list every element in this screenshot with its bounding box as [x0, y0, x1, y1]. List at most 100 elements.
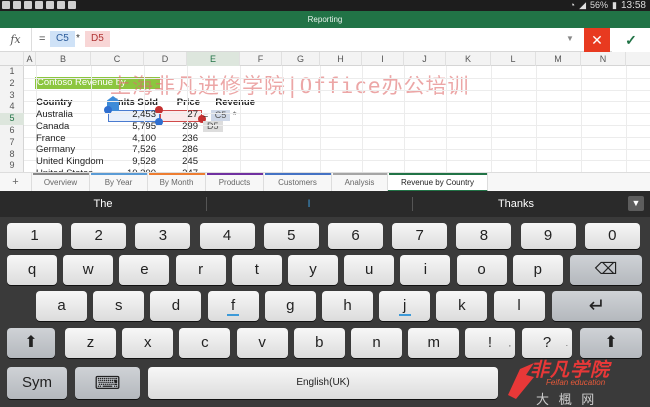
suggestion-middle[interactable]: I	[206, 191, 412, 217]
key-p[interactable]: p	[512, 255, 563, 285]
backspace-key[interactable]: ⌫	[570, 255, 642, 285]
key-z[interactable]: z	[65, 328, 116, 358]
cell-country[interactable]: Canada	[36, 121, 69, 133]
key-8[interactable]: 8	[456, 223, 512, 249]
key-i[interactable]: i	[400, 255, 451, 285]
row-header-5[interactable]: 5	[0, 113, 24, 125]
header-price[interactable]: Price	[160, 97, 200, 109]
cell-price[interactable]: 27	[160, 109, 198, 121]
formula-ref-d5[interactable]: D5	[85, 31, 110, 47]
column-header-j[interactable]: J	[404, 52, 446, 66]
column-header-n[interactable]: N	[581, 52, 626, 66]
sheet-tab[interactable]: Customers	[264, 173, 332, 192]
row-header-3[interactable]: 3	[0, 90, 24, 102]
spreadsheet-grid[interactable]: ABCDEFGHIJKLMN 12345678910 Contoso Reven…	[0, 52, 650, 172]
key-v[interactable]: v	[236, 328, 288, 358]
key-l[interactable]: l	[493, 291, 545, 321]
enter-key[interactable]: ↵	[552, 291, 642, 321]
cell-price[interactable]: 236	[160, 133, 198, 145]
key-t[interactable]: t	[231, 255, 282, 285]
key-0[interactable]: 0	[584, 223, 640, 249]
key-a[interactable]: a	[36, 291, 87, 321]
column-header-i[interactable]: I	[362, 52, 404, 66]
sheet-tab[interactable]: By Year	[90, 173, 148, 192]
cell-country[interactable]: Germany	[36, 144, 75, 156]
column-header-b[interactable]: B	[36, 52, 91, 66]
key-x[interactable]: x	[122, 328, 174, 358]
header-revenue[interactable]: Revenue	[203, 97, 255, 109]
cell-units[interactable]: 5,795	[108, 121, 156, 133]
sheet-tab[interactable]: Overview	[32, 173, 90, 192]
select-all-corner[interactable]	[0, 52, 24, 66]
key-9[interactable]: 9	[520, 223, 576, 249]
fx-button[interactable]: fx	[0, 28, 32, 52]
sheet-tab[interactable]: Products	[206, 173, 264, 192]
key-h[interactable]: h	[322, 291, 373, 321]
cell-price[interactable]: 286	[160, 144, 198, 156]
key-6[interactable]: 6	[328, 223, 383, 249]
chevron-down-icon[interactable]: ▼	[628, 196, 644, 211]
key-o[interactable]: o	[456, 255, 507, 285]
row-header-9[interactable]: 9	[0, 160, 24, 172]
cell-units[interactable]: 4,100	[108, 133, 156, 145]
sheet-tab[interactable]: Revenue by Country	[388, 173, 488, 192]
key-s[interactable]: s	[93, 291, 145, 321]
key-w[interactable]: w	[63, 255, 114, 285]
row-header-2[interactable]: 2	[0, 78, 24, 90]
key-b[interactable]: b	[293, 328, 345, 358]
cell-units[interactable]: 7,526	[108, 144, 156, 156]
add-sheet-button[interactable]: +	[0, 173, 32, 192]
key-question[interactable]: ?.	[522, 328, 572, 358]
key-3[interactable]: 3	[135, 223, 191, 249]
key-q[interactable]: q	[7, 255, 57, 285]
suggestion-left[interactable]: The	[0, 191, 206, 217]
cell-country[interactable]: France	[36, 133, 66, 145]
key-e[interactable]: e	[119, 255, 170, 285]
formula-expand-icon[interactable]: ▼	[566, 34, 574, 43]
row-header-4[interactable]: 4	[0, 101, 24, 113]
shift-key-right[interactable]: ⬆	[580, 328, 642, 358]
sheet-tab[interactable]: By Month	[148, 173, 206, 192]
column-header-l[interactable]: L	[491, 52, 536, 66]
suggestion-right[interactable]: Thanks	[412, 191, 620, 217]
key-n[interactable]: n	[351, 328, 402, 358]
key-5[interactable]: 5	[263, 223, 319, 249]
row-header-6[interactable]: 6	[0, 125, 24, 137]
column-header-e[interactable]: E	[187, 52, 240, 66]
sheet-tab[interactable]: Analysis	[332, 173, 388, 192]
cell-price[interactable]: 299	[160, 121, 198, 133]
key-k[interactable]: k	[436, 291, 488, 321]
key-4[interactable]: 4	[199, 223, 255, 249]
cell-country[interactable]: United Kingdom	[36, 156, 104, 168]
sym-key[interactable]: Sym	[7, 367, 67, 399]
key-u[interactable]: u	[344, 255, 395, 285]
key-c[interactable]: c	[179, 328, 231, 358]
formula-ref-c5[interactable]: C5	[50, 31, 75, 47]
key-7[interactable]: 7	[392, 223, 448, 249]
cell-country[interactable]: Australia	[36, 109, 73, 121]
confirm-button[interactable]: ✓	[612, 28, 650, 52]
cell-units[interactable]: 2,453	[108, 109, 156, 121]
cell-units[interactable]: 9,528	[108, 156, 156, 168]
key-d[interactable]: d	[150, 291, 202, 321]
space-key[interactable]: English(UK)	[148, 367, 498, 399]
row-header-7[interactable]: 7	[0, 137, 24, 149]
column-header-g[interactable]: G	[282, 52, 320, 66]
edit-cell-e5[interactable]: = C5 * D5	[203, 110, 256, 132]
column-header-c[interactable]: C	[91, 52, 144, 66]
column-header-d[interactable]: D	[144, 52, 187, 66]
key-2[interactable]: 2	[71, 223, 127, 249]
column-header-h[interactable]: H	[320, 52, 362, 66]
row-header-8[interactable]: 8	[0, 149, 24, 161]
keyboard-settings-key[interactable]: ⌨	[75, 367, 140, 399]
key-g[interactable]: g	[264, 291, 316, 321]
row-header-1[interactable]: 1	[0, 66, 24, 78]
key-r[interactable]: r	[175, 255, 226, 285]
key-m[interactable]: m	[408, 328, 460, 358]
column-header-f[interactable]: F	[240, 52, 282, 66]
key-f[interactable]: f	[207, 291, 259, 321]
cell-price[interactable]: 245	[160, 156, 198, 168]
cancel-button[interactable]: ✕	[584, 28, 610, 52]
shift-key-left[interactable]: ⬆	[7, 328, 55, 358]
column-header-k[interactable]: K	[446, 52, 491, 66]
